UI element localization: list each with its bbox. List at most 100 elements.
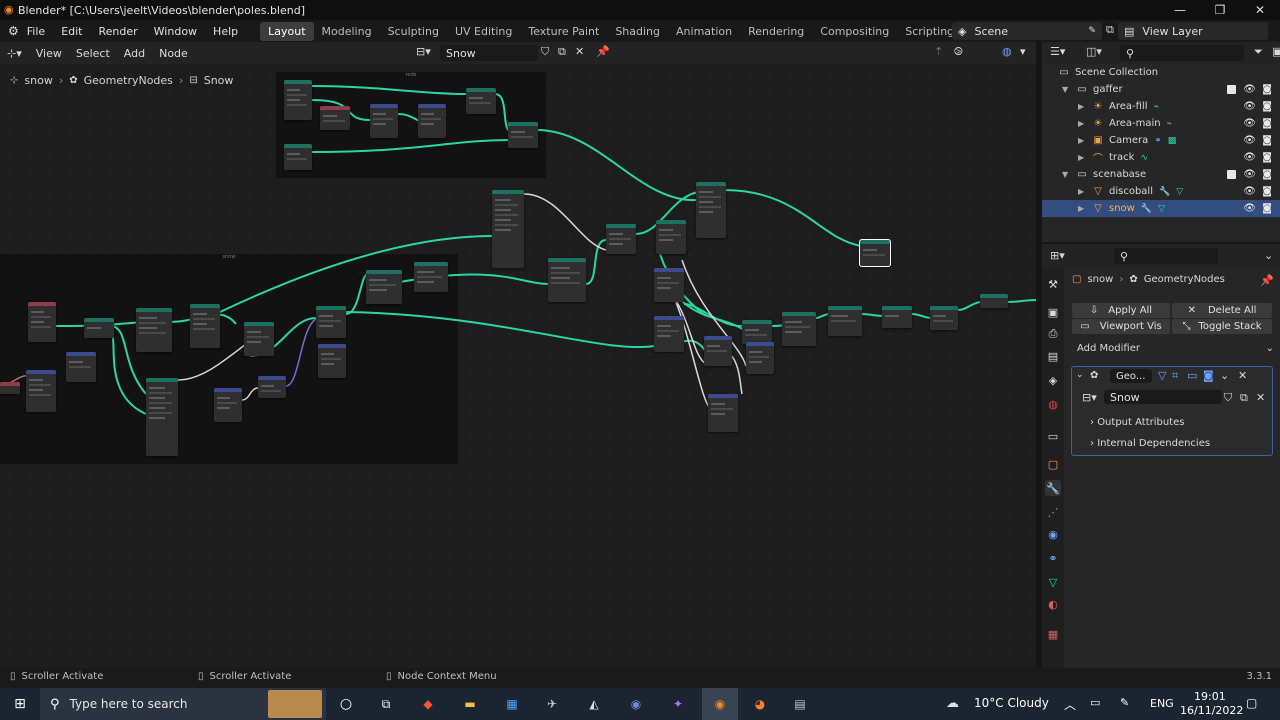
app-icon[interactable]: ✈	[542, 694, 562, 714]
node-set-position[interactable]	[656, 220, 686, 254]
delete-all-button[interactable]: ✕ Delete All	[1172, 303, 1272, 318]
camera-render-icon[interactable]: ◙	[1262, 152, 1272, 163]
edit-mode-icon[interactable]: ▽	[1158, 369, 1166, 382]
pin-icon[interactable]: 📌	[1260, 274, 1274, 287]
exclude-checkbox[interactable]	[1227, 85, 1236, 94]
node-mesh[interactable]	[84, 318, 114, 338]
windows-start-icon[interactable]: ⊞	[10, 694, 30, 714]
node-group-input[interactable]	[284, 80, 312, 120]
node-ico-sphere[interactable]	[26, 370, 56, 412]
node-object-info[interactable]	[28, 302, 56, 342]
pin-tree-icon[interactable]: 📌	[596, 45, 610, 58]
menu-node[interactable]: Node	[152, 47, 195, 60]
outliner-row-scene-collection[interactable]: ▭ Scene Collection	[1042, 64, 1280, 81]
viewport-vis-button[interactable]: ▭ Viewport Vis	[1072, 319, 1170, 334]
world-tab-icon[interactable]: ◍	[1045, 396, 1061, 412]
menu-file[interactable]: File	[19, 25, 53, 38]
remove-modifier-icon[interactable]: ✕	[1238, 369, 1247, 382]
outliner-row-camera[interactable]: ▶ ▣ Camera ⚭ ▩ 👁 ◙	[1042, 132, 1280, 149]
tab-shading[interactable]: Shading	[607, 22, 668, 41]
camera-render-icon[interactable]: ◙	[1262, 169, 1272, 180]
brave-icon[interactable]: ◆	[418, 694, 438, 714]
toggle-stack-button[interactable]: ⤡ Toggle Stack	[1172, 319, 1272, 334]
constraints-tab-icon[interactable]: ⚭	[1045, 550, 1061, 566]
outliner-row-gaffer[interactable]: ▼ ▭ gaffer 👁 ◙	[1042, 81, 1280, 98]
node-realize-final[interactable]	[980, 294, 1008, 308]
scene-tab-icon[interactable]: ◈	[1045, 372, 1061, 388]
node-join-final[interactable]	[930, 306, 958, 330]
cage-icon[interactable]: ⌗	[1172, 369, 1178, 383]
tab-uv-editing[interactable]: UV Editing	[447, 22, 520, 41]
snap-icon[interactable]: ⧁	[954, 45, 963, 59]
clock-date[interactable]: 16/11/2022	[1180, 704, 1243, 717]
node-merge[interactable]	[828, 306, 862, 336]
camera-render-icon[interactable]: ◙	[1262, 203, 1272, 214]
menu-select[interactable]: Select	[69, 47, 117, 60]
node-join-geometry[interactable]	[696, 182, 726, 238]
outliner-row-discoball[interactable]: ▶ ▽ discoball 🔧 ▽ 👁 ◙	[1042, 183, 1280, 200]
mesh-data-tab-icon[interactable]: ▽	[1045, 574, 1061, 590]
store-icon[interactable]: ▦	[502, 694, 522, 714]
particles-tab-icon[interactable]: ⋰	[1045, 504, 1061, 520]
node-tree-type-icon[interactable]: ⊟▾	[416, 45, 431, 58]
outliner-row-snow[interactable]: ▶ ▽ snow 🔧 ▽ 👁 ◙	[1042, 200, 1280, 217]
notifications-icon[interactable]: ▢	[1246, 696, 1257, 710]
node-combine-xyz[interactable]	[214, 388, 242, 422]
node-join[interactable]	[508, 122, 538, 148]
node-realize[interactable]	[606, 224, 636, 254]
physics-tab-icon[interactable]: ◉	[1045, 526, 1061, 542]
expand-icon[interactable]: ▼	[1062, 85, 1072, 94]
discord-icon[interactable]: ◉	[626, 694, 646, 714]
tool-tab-icon[interactable]: ⚒	[1045, 276, 1061, 292]
eye-icon[interactable]: 👁	[1243, 169, 1256, 180]
new-scene-icon[interactable]: ⧉	[1106, 23, 1114, 37]
blender-menu-icon[interactable]: ⚙	[8, 24, 19, 38]
camera-render-icon[interactable]: ◙	[1262, 186, 1272, 197]
expand-icon[interactable]: ▶	[1078, 119, 1088, 128]
parent-icon[interactable]: ⇡	[934, 45, 943, 58]
collection-tab-icon[interactable]: ▭	[1045, 428, 1061, 444]
camera-render-icon[interactable]: ◙	[1262, 101, 1272, 112]
node-tree-name-field[interactable]: Snow	[440, 45, 538, 61]
outliner-row-track[interactable]: ▶ ⌒ track ∿ 👁 ◙	[1042, 149, 1280, 166]
node-canvas[interactable]: ⊹ snow › ✿ GeometryNodes › ⊟ Snow rods s…	[0, 64, 1036, 668]
tab-sculpting[interactable]: Sculpting	[380, 22, 447, 41]
view-layer-selector[interactable]: ▤ View Layer	[1118, 22, 1268, 40]
node-random-scale[interactable]	[258, 376, 286, 398]
tab-animation[interactable]: Animation	[668, 22, 740, 41]
outliner-search-input[interactable]: ⚲	[1120, 45, 1244, 61]
output-attributes-subpanel[interactable]: › Output Attributes	[1090, 417, 1184, 428]
node-set-shade[interactable]	[882, 306, 912, 328]
output-tab-icon[interactable]: ⎙	[1045, 326, 1061, 342]
language-indicator[interactable]: ENG	[1150, 697, 1174, 710]
node-join-snow[interactable]	[414, 262, 448, 292]
options-chevron-icon[interactable]: ⌄	[1264, 249, 1273, 262]
node-compare[interactable]	[704, 336, 732, 366]
camera-render-icon[interactable]: ◙	[1262, 135, 1272, 146]
node-realize-instances[interactable]	[244, 322, 274, 356]
clock-time[interactable]: 19:01	[1194, 690, 1226, 703]
new-collection-icon[interactable]: ▣	[1272, 45, 1280, 58]
battery-icon[interactable]: ▭	[1090, 696, 1100, 709]
expand-icon[interactable]: ▶	[1078, 204, 1088, 213]
taskbar-search-input[interactable]: ⚲ Type here to search	[40, 688, 326, 720]
weather-text[interactable]: 10°C Cloudy	[974, 696, 1049, 710]
node-transform[interactable]	[418, 104, 446, 138]
pen-icon[interactable]: ✎	[1120, 696, 1129, 709]
eye-icon[interactable]: 👁	[1243, 84, 1256, 95]
task-view-icon[interactable]: ⧉	[376, 694, 396, 714]
expand-icon[interactable]: ▶	[1078, 136, 1088, 145]
node-vector-math[interactable]	[708, 394, 738, 432]
render-tab-icon[interactable]: ▣	[1045, 304, 1061, 320]
node-capture-attribute[interactable]	[654, 268, 684, 302]
modifier-tab-icon[interactable]: 🔧	[1045, 480, 1061, 496]
node-value[interactable]	[66, 352, 96, 382]
node-instance[interactable]	[548, 258, 586, 302]
node-principled[interactable]	[146, 378, 178, 456]
firefox-icon[interactable]: ◕	[750, 694, 770, 714]
node-input-2[interactable]	[284, 144, 312, 170]
modifier-menu-icon[interactable]: ⌄	[1220, 369, 1229, 382]
node-input-edge[interactable]	[0, 382, 20, 394]
node-distribute[interactable]	[492, 190, 524, 268]
apply-all-button[interactable]: ⇩ Apply All	[1072, 303, 1170, 318]
